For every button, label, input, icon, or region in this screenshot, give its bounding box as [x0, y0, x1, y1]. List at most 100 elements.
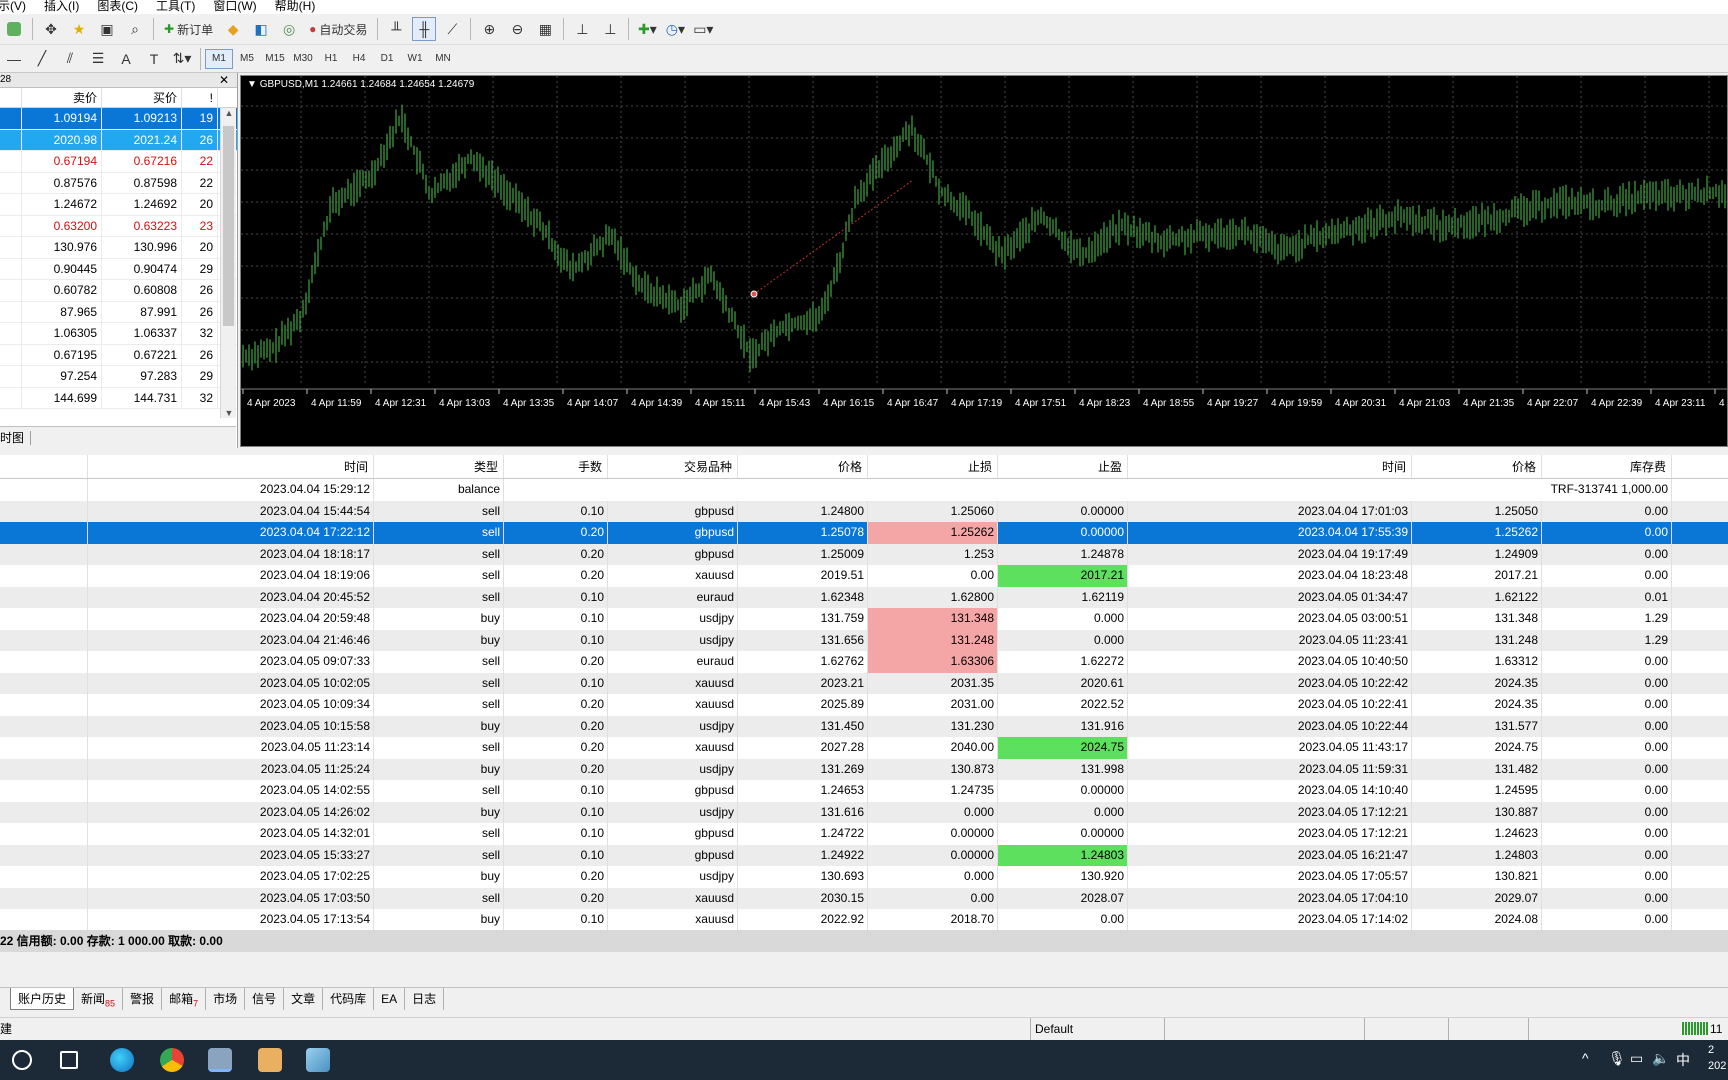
timeframe-mn[interactable]: MN — [429, 49, 457, 69]
market-watch-row[interactable]: 0.90445 0.90474 29 — [0, 258, 237, 280]
crosshair-icon[interactable]: ✥ — [39, 17, 63, 41]
zoom-in-icon[interactable]: ⊕ — [477, 17, 501, 41]
menu-4[interactable]: 窗口(W) — [213, 0, 265, 14]
trade-marker[interactable] — [750, 290, 758, 298]
timeframe-h4[interactable]: H4 — [345, 49, 373, 69]
terminal-tab-3[interactable]: 邮箱7 — [162, 988, 207, 1010]
metatrader-icon[interactable] — [208, 1048, 232, 1072]
bid-header[interactable]: 卖价 — [22, 88, 102, 107]
menu-1[interactable]: 插入(I) — [44, 0, 88, 14]
fibonacci-icon[interactable]: ☰ — [86, 47, 110, 71]
market-watch-row[interactable]: 0.67195 0.67221 26 — [0, 344, 237, 366]
timeframe-m30[interactable]: M30 — [289, 49, 317, 69]
terminal-tab-4[interactable]: 市场 — [206, 988, 246, 1010]
chart-shift-icon[interactable]: ⊥ — [598, 17, 622, 41]
scroll-up-icon[interactable]: ▲ — [221, 108, 237, 118]
column-header-1[interactable]: 类型 — [374, 455, 504, 478]
line-chart-icon[interactable]: ⟋ — [440, 17, 464, 41]
table-row[interactable]: 2023.04.04 18:19:06 sell 0.20 xauusd 2019.51… — [0, 565, 1728, 587]
table-row[interactable]: 2023.04.05 11:23:14 sell 0.20 xauusd 2027.28… — [0, 737, 1728, 759]
ime-indicator[interactable]: 中 — [1676, 1050, 1690, 1070]
menu-3[interactable]: 工具(T) — [156, 0, 204, 14]
text-icon[interactable]: A — [114, 47, 138, 71]
table-row-balance[interactable]: 2023.04.04 15:29:12 balance TRF-313741 1,0… — [0, 479, 1728, 501]
menu-0[interactable]: 示(V) — [0, 0, 35, 14]
search-icon[interactable] — [12, 1050, 32, 1070]
terminal-tab-1[interactable]: 新闻85 — [74, 988, 124, 1010]
clock[interactable]: 2 202 — [1708, 1042, 1726, 1074]
market-watch-scrollbar[interactable]: ▲ ▼ — [220, 108, 236, 418]
volume-icon[interactable]: 🔈 — [1652, 1050, 1669, 1067]
market-watch-row[interactable]: 0.87576 0.87598 22 — [0, 172, 237, 194]
label-icon[interactable]: T — [142, 47, 166, 71]
column-header-5[interactable]: 止损 — [868, 455, 998, 478]
timeframe-d1[interactable]: D1 — [373, 49, 401, 69]
timeframe-m5[interactable]: M5 — [233, 49, 261, 69]
market-watch-row[interactable]: 0.67194 0.67216 22 — [0, 151, 237, 173]
column-header-9[interactable]: 库存费 — [1542, 455, 1672, 478]
table-row[interactable]: 2023.04.05 17:03:50 sell 0.20 xauusd 2030.15… — [0, 887, 1728, 909]
terminal-tab-9[interactable]: 日志 — [405, 988, 445, 1010]
metaeditor-icon[interactable]: ◧ — [249, 17, 273, 41]
candles-icon[interactable]: ╫ — [412, 17, 437, 41]
market-watch-row[interactable]: 2020.98 2021.24 26 — [0, 129, 237, 151]
table-row[interactable]: 2023.04.05 09:07:33 sell 0.20 euraud 1.62762… — [0, 651, 1728, 673]
menu-5[interactable]: 帮助(H) — [275, 0, 325, 14]
column-header-3[interactable]: 交易品种 — [608, 455, 738, 478]
task-view-icon[interactable] — [60, 1051, 78, 1069]
market-watch-row[interactable]: 0.63200 0.63223 23 — [0, 215, 237, 237]
bar-chart-icon[interactable]: ╨ — [384, 17, 408, 41]
new-chart-icon[interactable] — [2, 17, 26, 41]
table-row[interactable]: 2023.04.05 14:02:55 sell 0.10 gbpusd 1.24653… — [0, 780, 1728, 802]
table-row[interactable]: 2023.04.04 21:46:46 buy 0.10 usdjpy 131.656 1… — [0, 629, 1728, 651]
table-row[interactable]: 2023.04.04 20:45:52 sell 0.10 euraud 1.62348… — [0, 586, 1728, 608]
table-row[interactable]: 2023.04.05 11:25:24 buy 0.20 usdjpy 131.269 1… — [0, 758, 1728, 780]
table-row[interactable]: 2023.04.05 10:15:58 buy 0.20 usdjpy 131.450 1… — [0, 715, 1728, 737]
chrome-icon[interactable] — [160, 1048, 184, 1072]
market-watch-row[interactable]: 130.976 130.996 20 — [0, 237, 237, 259]
market-watch-row[interactable]: 0.60782 0.60808 26 — [0, 280, 237, 302]
horizontal-line-icon[interactable]: — — [2, 47, 26, 71]
new-order-button[interactable]: ✚ 新订单 — [160, 17, 217, 41]
terminal-tab-7[interactable]: 代码库 — [323, 988, 375, 1010]
menu-2[interactable]: 图表(C) — [97, 0, 147, 14]
table-row[interactable]: 2023.04.04 20:59:48 buy 0.10 usdjpy 131.759 1… — [0, 608, 1728, 630]
market-watch-row[interactable]: 97.254 97.283 29 — [0, 366, 237, 388]
table-row[interactable]: 2023.04.04 15:44:54 sell 0.10 gbpusd 1.24800… — [0, 500, 1728, 522]
terminal-tab-5[interactable]: 信号 — [245, 988, 285, 1010]
terminal-tab-8[interactable]: EA — [374, 988, 406, 1010]
signals-icon[interactable]: ◎ — [277, 17, 301, 41]
market-watch-row[interactable]: 1.06305 1.06337 32 — [0, 323, 237, 345]
edge-icon[interactable] — [110, 1048, 134, 1072]
notepad-icon[interactable] — [306, 1048, 330, 1072]
table-row[interactable]: 2023.04.05 17:02:25 buy 0.20 usdjpy 130.693 0… — [0, 866, 1728, 888]
eraser-icon[interactable]: ◆ — [221, 17, 245, 41]
terminal-tab-2[interactable]: 警报 — [123, 988, 163, 1010]
ask-header[interactable]: 买价 — [102, 88, 182, 107]
price-chart[interactable]: 4 Apr 2023 4 Apr 11:59 4 Apr 12:31 4 Apr 13… — [240, 75, 1728, 447]
market-watch-row[interactable]: 1.09194 1.09213 19 — [0, 108, 237, 130]
column-header-6[interactable]: 止盈 — [998, 455, 1128, 478]
arrows-icon[interactable]: ⇅▾ — [170, 47, 194, 71]
table-row[interactable]: 2023.04.04 17:22:12 sell 0.20 gbpusd 1.25078… — [0, 522, 1728, 544]
terminal-tab-6[interactable]: 文章 — [284, 988, 324, 1010]
column-header-0[interactable]: 时间 — [88, 455, 374, 478]
trendline-icon[interactable]: ╱ — [30, 47, 54, 71]
market-watch-row[interactable]: 87.965 87.991 26 — [0, 301, 237, 323]
table-row[interactable]: 2023.04.05 10:02:05 sell 0.10 xauusd 2023.21… — [0, 672, 1728, 694]
autoscroll-icon[interactable]: ⊥ — [570, 17, 594, 41]
table-row[interactable]: 2023.04.05 14:26:02 buy 0.10 usdjpy 131.616 0… — [0, 801, 1728, 823]
tray-chevron-icon[interactable]: ^ — [1582, 1050, 1589, 1066]
channel-icon[interactable]: ⫽ — [58, 47, 82, 71]
chart-menu-icon[interactable]: ▼ — [247, 79, 257, 90]
network-icon[interactable]: ▭ — [1630, 1050, 1643, 1067]
close-icon[interactable]: ✕ — [219, 73, 229, 87]
microphone-icon[interactable]: 🎙 — [1608, 1050, 1626, 1067]
periods-icon[interactable]: ◷ ▾ — [663, 17, 687, 41]
navigator-icon[interactable]: ▣ — [95, 17, 119, 41]
tab-tick-chart[interactable]: 时图 — [0, 431, 32, 445]
table-row[interactable]: 2023.04.05 15:33:27 sell 0.10 gbpusd 1.24922… — [0, 844, 1728, 866]
table-row[interactable]: 2023.04.05 10:09:34 sell 0.20 xauusd 2025.89… — [0, 694, 1728, 716]
scroll-down-icon[interactable]: ▼ — [221, 408, 237, 418]
indicators-icon[interactable]: ✚ ▾ — [635, 17, 659, 41]
